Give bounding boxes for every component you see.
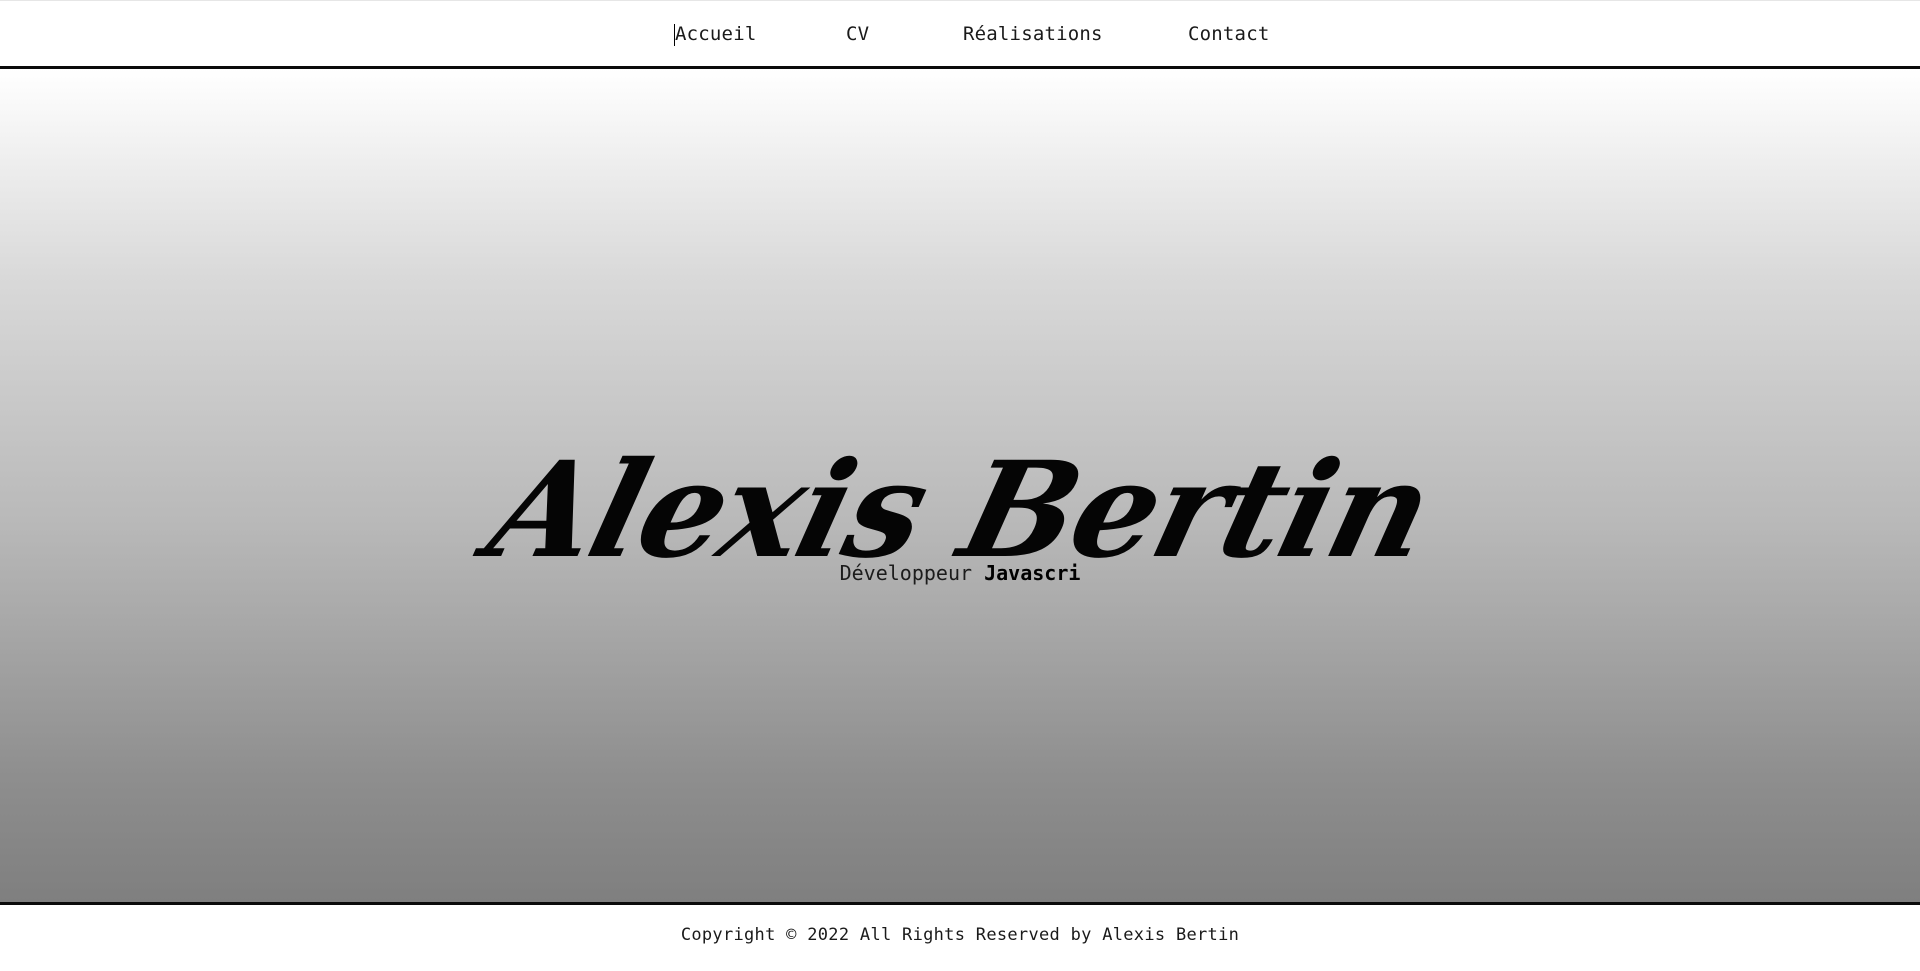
subtitle-prefix: Développeur: [839, 561, 973, 585]
nav-link-accueil[interactable]: Accueil: [673, 23, 756, 46]
nav-link-cv[interactable]: CV: [846, 23, 869, 45]
hero-section: Alexis Bertin Développeur Javascri: [0, 69, 1920, 905]
subtitle-typed-text: Javascri: [984, 561, 1081, 585]
nav-list: Accueil CV Réalisations Contact: [0, 1, 1920, 67]
hero-subtitle: Développeur Javascri: [0, 561, 1920, 585]
hero-name: Alexis Bertin: [474, 433, 1446, 589]
footer-copyright: Copyright © 2022 All Rights Reserved by …: [680, 925, 1240, 945]
footer: Copyright © 2022 All Rights Reserved by …: [0, 905, 1920, 971]
page: Accueil CV Réalisations Contact Alexis B…: [0, 0, 1920, 971]
nav-link-contact[interactable]: Contact: [1188, 23, 1269, 45]
nav-link-realisations[interactable]: Réalisations: [963, 23, 1103, 45]
top-navbar: Accueil CV Réalisations Contact: [0, 0, 1920, 69]
